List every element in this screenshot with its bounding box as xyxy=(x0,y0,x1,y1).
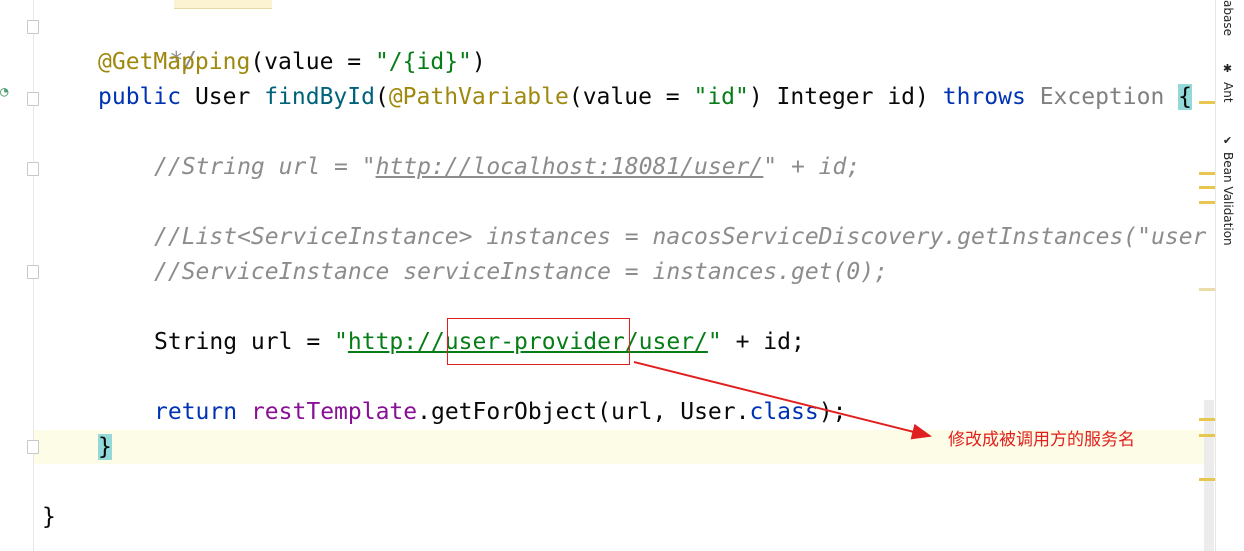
vertical-scrollbar[interactable] xyxy=(1204,400,1214,551)
database-tool-tab[interactable]: abase xyxy=(1221,0,1235,36)
annotation-arrow xyxy=(633,361,932,440)
bean-validation-tool-tab[interactable]: Bean Validation xyxy=(1221,152,1235,246)
ant-tool-tab[interactable]: Ant xyxy=(1221,82,1235,103)
ant-icon: ✱ xyxy=(1221,62,1234,75)
annotation-text: 修改成被调用方的服务名 xyxy=(948,430,1135,450)
bean-validation-icon: ✔ xyxy=(1221,134,1234,147)
